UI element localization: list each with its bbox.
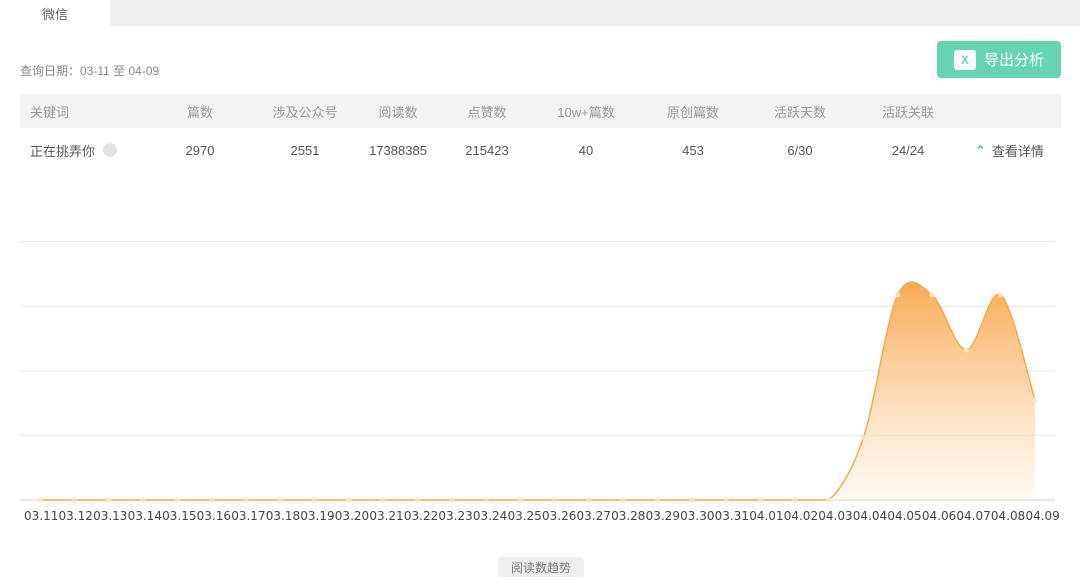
data-point-04.03[interactable] bbox=[826, 497, 832, 503]
x-tick-label: 03.30 bbox=[680, 509, 714, 523]
info-icon[interactable] bbox=[103, 143, 118, 157]
export-analysis-button[interactable]: 导出分析 bbox=[937, 41, 1061, 78]
data-point-03.19[interactable] bbox=[311, 497, 317, 503]
x-tick-label: 04.02 bbox=[784, 509, 818, 523]
data-point-03.18[interactable] bbox=[277, 497, 283, 503]
data-point-03.23[interactable] bbox=[449, 497, 455, 503]
x-tick-label: 03.11 bbox=[24, 509, 58, 523]
data-point-03.25[interactable] bbox=[517, 497, 523, 503]
cell-likes: 215423 bbox=[465, 142, 509, 158]
area-layer bbox=[37, 281, 1038, 503]
cell-original: 453 bbox=[682, 142, 704, 158]
cell-active-related: 24/24 bbox=[891, 142, 925, 158]
x-tick-label: 03.14 bbox=[128, 509, 162, 523]
read-trend-chart: 03.11 03.12 03.13 03.14 03.15 03.16 03.17 03.18… bbox=[20, 241, 1060, 523]
excel-icon bbox=[953, 49, 976, 70]
header-accounts: 涉及公众号 bbox=[272, 104, 338, 120]
data-point-04.09[interactable] bbox=[1032, 397, 1038, 403]
header-active-related: 活跃关联 bbox=[881, 104, 934, 120]
x-tick-label: 04.01 bbox=[749, 509, 783, 523]
header-original: 原创篇数 bbox=[666, 104, 719, 120]
data-point-03.31[interactable] bbox=[723, 497, 729, 503]
data-point-03.27[interactable] bbox=[586, 497, 592, 503]
x-tick-label: 03.24 bbox=[473, 509, 507, 523]
data-point-04.05[interactable] bbox=[895, 292, 901, 298]
data-point-04.01[interactable] bbox=[758, 497, 764, 503]
view-details-link[interactable]: ⌃ 查看详情 bbox=[975, 128, 1044, 172]
x-tick-label: 03.31 bbox=[715, 509, 749, 523]
data-point-03.21[interactable] bbox=[380, 497, 386, 503]
data-point-03.22[interactable] bbox=[414, 497, 420, 503]
data-point-03.16[interactable] bbox=[209, 497, 215, 503]
x-tick-label: 03.15 bbox=[162, 509, 196, 523]
x-tick-label: 03.12 bbox=[59, 509, 93, 523]
header-reads: 阅读数 bbox=[378, 104, 418, 120]
x-tick-label: 03.26 bbox=[542, 509, 576, 523]
cell-active-days: 6/30 bbox=[787, 142, 813, 158]
x-tick-label: 03.21 bbox=[369, 509, 403, 523]
data-point-03.26[interactable] bbox=[552, 497, 558, 503]
x-axis-ticks: 03.11 03.12 03.13 03.14 03.15 03.16 03.17 03.18… bbox=[24, 509, 1060, 523]
data-point-03.28[interactable] bbox=[620, 497, 626, 503]
export-analysis-label: 导出分析 bbox=[983, 52, 1044, 69]
table-header: 关键词 篇数 涉及公众号 阅读数 点赞数 10w+篇数 原创篇数 活跃天数 活跃… bbox=[20, 94, 1061, 128]
data-point-03.15[interactable] bbox=[174, 497, 180, 503]
table-row: 正在挑弄你 2970 2551 17388385 215423 40 453 6… bbox=[20, 128, 1061, 172]
series-area-fill bbox=[40, 282, 1035, 500]
data-point-04.06[interactable] bbox=[929, 292, 935, 298]
chart-footer-label: 阅读数趋势 bbox=[498, 557, 584, 577]
data-point-04.08[interactable] bbox=[998, 292, 1004, 298]
data-point-03.11[interactable] bbox=[37, 497, 43, 503]
x-tick-label: 03.13 bbox=[93, 509, 127, 523]
x-tick-label: 04.08 bbox=[991, 509, 1025, 523]
data-point-03.24[interactable] bbox=[483, 497, 489, 503]
x-tick-label: 03.19 bbox=[300, 509, 334, 523]
header-likes: 点赞数 bbox=[467, 104, 507, 120]
x-tick-label: 03.28 bbox=[611, 509, 645, 523]
keyword-cell: 正在挑弄你 bbox=[30, 128, 118, 172]
cell-reads: 17388385 bbox=[369, 142, 427, 158]
data-point-04.02[interactable] bbox=[792, 497, 798, 503]
x-tick-label: 04.05 bbox=[887, 509, 921, 523]
header-articles: 篇数 bbox=[186, 104, 213, 120]
data-point-04.07[interactable] bbox=[963, 347, 969, 353]
data-point-03.20[interactable] bbox=[346, 497, 352, 503]
x-tick-label: 04.03 bbox=[818, 509, 852, 523]
header-10w: 10w+篇数 bbox=[557, 104, 615, 120]
data-point-03.12[interactable] bbox=[71, 497, 77, 503]
header-active-days: 活跃天数 bbox=[773, 104, 826, 120]
header-keyword: 关键词 bbox=[30, 104, 70, 120]
date-range-label: 查询日期：03-11 至 04-09 bbox=[20, 64, 160, 78]
chevron-up-icon: ⌃ bbox=[975, 142, 986, 158]
data-point-03.29[interactable] bbox=[655, 497, 661, 503]
x-tick-label: 03.17 bbox=[231, 509, 265, 523]
x-tick-label: 03.27 bbox=[577, 509, 611, 523]
data-point-03.13[interactable] bbox=[106, 497, 112, 503]
x-tick-label: 04.06 bbox=[922, 509, 956, 523]
view-details-label: 查看详情 bbox=[991, 143, 1044, 159]
data-point-03.30[interactable] bbox=[689, 497, 695, 503]
x-tick-label: 03.16 bbox=[197, 509, 231, 523]
x-tick-label: 03.18 bbox=[266, 509, 300, 523]
data-point-03.17[interactable] bbox=[243, 497, 249, 503]
x-tick-label: 03.22 bbox=[404, 509, 438, 523]
x-tick-label: 03.23 bbox=[438, 509, 472, 523]
keyword-text: 正在挑弄你 bbox=[30, 143, 96, 159]
data-point-03.14[interactable] bbox=[140, 497, 146, 503]
cell-accounts: 2551 bbox=[290, 142, 320, 158]
x-tick-label: 04.04 bbox=[853, 509, 887, 523]
data-point-04.04[interactable] bbox=[860, 435, 866, 440]
tab-bar: 微信 bbox=[0, 0, 1080, 26]
x-tick-label: 03.29 bbox=[646, 509, 680, 523]
x-tick-label: 04.09 bbox=[1025, 509, 1059, 523]
x-tick-label: 03.20 bbox=[335, 509, 369, 523]
x-tick-label: 04.07 bbox=[956, 509, 990, 523]
cell-10w: 40 bbox=[578, 142, 594, 158]
x-tick-label: 03.25 bbox=[507, 509, 541, 523]
tab-wechat[interactable]: 微信 bbox=[0, 0, 110, 26]
cell-articles: 2970 bbox=[185, 142, 215, 158]
